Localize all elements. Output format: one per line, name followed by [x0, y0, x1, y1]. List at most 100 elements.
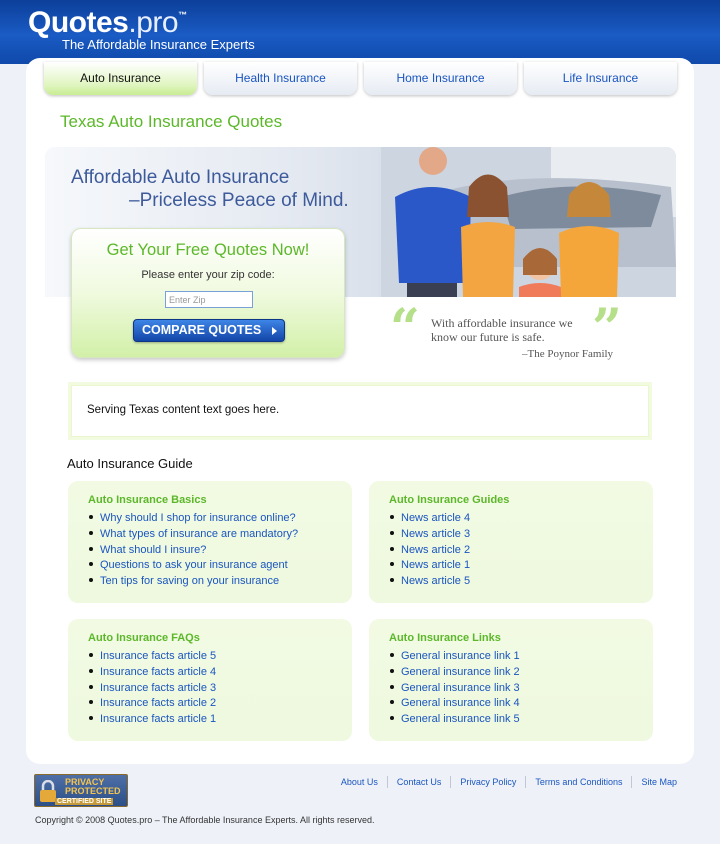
- card-title: Auto Insurance Links: [389, 632, 501, 644]
- open-quote-icon: “: [390, 298, 420, 359]
- list-item[interactable]: What should I insure?: [89, 543, 298, 559]
- guide-title: Auto Insurance Guide: [67, 456, 193, 471]
- footer-link-privacy-policy[interactable]: Privacy Policy: [450, 776, 525, 788]
- footer-link-about-us[interactable]: About Us: [332, 776, 387, 788]
- footer-link-terms[interactable]: Terms and Conditions: [525, 776, 631, 788]
- testimonial-author: –The Poynor Family: [522, 348, 614, 360]
- article-link[interactable]: Ten tips for saving on your insurance: [100, 575, 279, 587]
- bullet-icon: [89, 546, 93, 551]
- privacy-protected-badge[interactable]: PRIVACY PROTECTED CERTIFIED SITE: [34, 774, 128, 807]
- list-item[interactable]: What types of insurance are mandatory?: [89, 527, 298, 543]
- list-item[interactable]: News article 2: [390, 543, 470, 559]
- tab-home-insurance[interactable]: Home Insurance: [364, 62, 517, 95]
- article-link[interactable]: What should I insure?: [100, 544, 206, 556]
- card-auto-insurance-basics: Auto Insurance Basics Why should I shop …: [68, 481, 352, 603]
- page-title: Texas Auto Insurance Quotes: [60, 112, 283, 131]
- article-link[interactable]: News article 2: [401, 544, 470, 556]
- logo-main: Quotes: [28, 6, 129, 39]
- list-item[interactable]: Ten tips for saving on your insurance: [89, 574, 298, 590]
- footer-nav: About Us Contact Us Privacy Policy Terms…: [332, 776, 686, 788]
- list-item[interactable]: Insurance facts article 4: [89, 665, 216, 681]
- insurance-tabs: Auto Insurance Health Insurance Home Ins…: [44, 62, 677, 96]
- bullet-icon: [89, 515, 93, 520]
- bullet-icon: [390, 668, 394, 673]
- article-link[interactable]: General insurance link 1: [401, 650, 520, 662]
- list-item[interactable]: Questions to ask your insurance agent: [89, 558, 298, 574]
- hero-headline: Affordable Auto Insurance: [71, 167, 290, 188]
- list-item[interactable]: Insurance facts article 2: [89, 696, 216, 712]
- article-link[interactable]: News article 1: [401, 559, 470, 571]
- card-title: Auto Insurance Basics: [88, 494, 207, 506]
- card-title: Auto Insurance FAQs: [88, 632, 200, 644]
- logo-suffix: .pro: [128, 6, 179, 39]
- card-link-list: News article 4 News article 3 News artic…: [390, 511, 470, 590]
- bullet-icon: [89, 562, 93, 567]
- badge-line2: PROTECTED: [65, 786, 121, 796]
- zip-prompt: Please enter your zip code:: [141, 269, 275, 281]
- bullet-icon: [390, 562, 394, 567]
- article-link[interactable]: Questions to ask your insurance agent: [100, 559, 288, 571]
- bullet-icon: [390, 684, 394, 689]
- article-link[interactable]: General insurance link 4: [401, 697, 520, 709]
- bullet-icon: [89, 668, 93, 673]
- article-link[interactable]: News article 3: [401, 528, 470, 540]
- content-text: Serving Texas content text goes here.: [87, 404, 280, 416]
- list-item[interactable]: General insurance link 5: [390, 712, 520, 728]
- list-item[interactable]: News article 1: [390, 558, 470, 574]
- card-link-list: Insurance facts article 5 Insurance fact…: [89, 649, 216, 728]
- list-item[interactable]: News article 3: [390, 527, 470, 543]
- bullet-icon: [390, 700, 394, 705]
- card-auto-insurance-guides: Auto Insurance Guides News article 4 New…: [369, 481, 653, 603]
- article-link[interactable]: General insurance link 5: [401, 713, 520, 725]
- compare-quotes-label: COMPARE QUOTES: [142, 323, 262, 337]
- copyright-text: Copyright © 2008 Quotes.pro – The Afford…: [35, 815, 375, 825]
- bullet-icon: [89, 700, 93, 705]
- article-link[interactable]: Insurance facts article 1: [100, 713, 216, 725]
- compare-quotes-button[interactable]: COMPARE QUOTES: [133, 319, 285, 342]
- bullet-icon: [390, 546, 394, 551]
- site-header: Quotes.pro™ The Affordable Insurance Exp…: [0, 0, 720, 64]
- list-item[interactable]: News article 5: [390, 574, 470, 590]
- list-item[interactable]: General insurance link 2: [390, 665, 520, 681]
- card-link-list: Why should I shop for insurance online? …: [89, 511, 298, 590]
- article-link[interactable]: What types of insurance are mandatory?: [100, 528, 298, 540]
- list-item[interactable]: General insurance link 4: [390, 696, 520, 712]
- article-link[interactable]: Insurance facts article 4: [100, 666, 216, 678]
- list-item[interactable]: General insurance link 3: [390, 681, 520, 697]
- badge-line3: CERTIFIED SITE: [55, 798, 114, 805]
- list-item[interactable]: Insurance facts article 1: [89, 712, 216, 728]
- bullet-icon: [89, 684, 93, 689]
- zip-code-input[interactable]: [165, 291, 253, 308]
- list-item[interactable]: News article 4: [390, 511, 470, 527]
- article-link[interactable]: General insurance link 3: [401, 682, 520, 694]
- logo-trademark: ™: [178, 10, 187, 20]
- free-quote-form: Get Your Free Quotes Now! Please enter y…: [71, 228, 345, 358]
- footer-link-contact-us[interactable]: Contact Us: [386, 776, 451, 788]
- article-link[interactable]: Insurance facts article 3: [100, 682, 216, 694]
- article-link[interactable]: Insurance facts article 5: [100, 650, 216, 662]
- bullet-icon: [390, 716, 394, 721]
- article-link[interactable]: General insurance link 2: [401, 666, 520, 678]
- list-item[interactable]: Insurance facts article 3: [89, 681, 216, 697]
- footer-link-site-map[interactable]: Site Map: [631, 776, 686, 788]
- hero-subheadline: –Priceless Peace of Mind.: [129, 190, 349, 211]
- tab-life-insurance[interactable]: Life Insurance: [524, 62, 677, 95]
- tab-auto-insurance[interactable]: Auto Insurance: [44, 62, 197, 95]
- list-item[interactable]: General insurance link 1: [390, 649, 520, 665]
- card-link-list: General insurance link 1 General insuran…: [390, 649, 520, 728]
- list-item[interactable]: Why should I shop for insurance online?: [89, 511, 298, 527]
- tab-health-insurance[interactable]: Health Insurance: [204, 62, 357, 95]
- article-link[interactable]: Insurance facts article 2: [100, 697, 216, 709]
- bullet-icon: [89, 578, 93, 583]
- site-logo[interactable]: Quotes.pro™: [28, 6, 187, 40]
- article-link[interactable]: News article 5: [401, 575, 470, 587]
- family-photo: [381, 147, 676, 297]
- article-link[interactable]: Why should I shop for insurance online?: [100, 512, 296, 524]
- list-item[interactable]: Insurance facts article 5: [89, 649, 216, 665]
- card-auto-insurance-links: Auto Insurance Links General insurance l…: [369, 619, 653, 741]
- arrow-right-icon: [272, 327, 277, 335]
- bullet-icon: [390, 578, 394, 583]
- testimonial-text: With affordable insurance we know our fu…: [431, 316, 573, 344]
- card-auto-insurance-faqs: Auto Insurance FAQs Insurance facts arti…: [68, 619, 352, 741]
- article-link[interactable]: News article 4: [401, 512, 470, 524]
